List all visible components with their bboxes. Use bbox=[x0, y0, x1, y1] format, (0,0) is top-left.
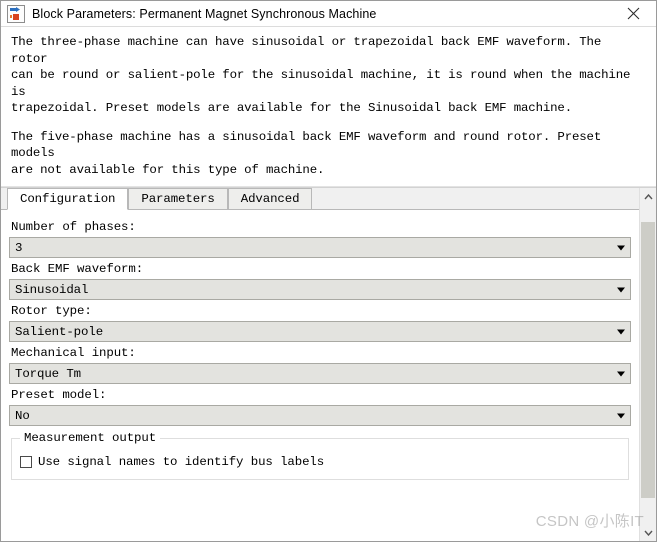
number-of-phases-value: 3 bbox=[15, 240, 23, 255]
block-parameters-dialog: Block Parameters: Permanent Magnet Synch… bbox=[0, 0, 657, 542]
simulink-block-icon bbox=[7, 4, 25, 23]
tab-strip: Configuration Parameters Advanced bbox=[1, 188, 639, 210]
vertical-scrollbar[interactable] bbox=[639, 188, 656, 541]
chevron-down-icon bbox=[617, 329, 625, 334]
tab-advanced[interactable]: Advanced bbox=[227, 188, 313, 209]
label-mechanical-input: Mechanical input: bbox=[11, 346, 136, 360]
tab-content-area: Configuration Parameters Advanced Number… bbox=[1, 188, 639, 541]
use-signal-names-label: Use signal names to identify bus labels bbox=[38, 455, 325, 469]
dialog-body: Configuration Parameters Advanced Number… bbox=[1, 187, 656, 541]
measurement-output-group: Measurement output Use signal names to i… bbox=[11, 431, 629, 480]
description-panel: The three-phase machine can have sinusoi… bbox=[1, 27, 656, 187]
use-signal-names-checkbox-row[interactable]: Use signal names to identify bus labels bbox=[20, 455, 620, 469]
configuration-form: Number of phases: 3 Back EMF waveform: S… bbox=[1, 210, 639, 480]
description-paragraph-2: The five-phase machine has a sinusoidal … bbox=[11, 129, 602, 177]
chevron-down-icon bbox=[617, 371, 625, 376]
title-bar: Block Parameters: Permanent Magnet Synch… bbox=[1, 1, 656, 27]
mechanical-input-value: Torque Tm bbox=[15, 366, 82, 381]
page-title: Block Parameters: Permanent Magnet Synch… bbox=[32, 6, 377, 21]
back-emf-waveform-value: Sinusoidal bbox=[15, 282, 89, 297]
use-signal-names-checkbox[interactable] bbox=[20, 456, 32, 468]
rotor-type-dropdown[interactable]: Salient-pole bbox=[9, 321, 631, 342]
close-icon[interactable] bbox=[611, 1, 656, 26]
description-paragraph-1: The three-phase machine can have sinusoi… bbox=[11, 35, 631, 115]
rotor-type-value: Salient-pole bbox=[15, 324, 104, 339]
chevron-up-icon[interactable] bbox=[640, 188, 656, 205]
tab-parameters[interactable]: Parameters bbox=[128, 188, 228, 209]
label-preset-model: Preset model: bbox=[11, 388, 107, 402]
mechanical-input-dropdown[interactable]: Torque Tm bbox=[9, 363, 631, 384]
preset-model-dropdown[interactable]: No bbox=[9, 405, 631, 426]
chevron-down-icon bbox=[617, 413, 625, 418]
number-of-phases-dropdown[interactable]: 3 bbox=[9, 237, 631, 258]
vertical-scroll-thumb[interactable] bbox=[641, 222, 655, 498]
tab-configuration[interactable]: Configuration bbox=[7, 188, 129, 210]
label-number-of-phases: Number of phases: bbox=[11, 220, 136, 234]
chevron-down-icon bbox=[617, 245, 625, 250]
chevron-down-icon[interactable] bbox=[640, 524, 656, 541]
back-emf-waveform-dropdown[interactable]: Sinusoidal bbox=[9, 279, 631, 300]
chevron-down-icon bbox=[617, 287, 625, 292]
measurement-output-title: Measurement output bbox=[20, 431, 161, 445]
label-rotor-type: Rotor type: bbox=[11, 304, 92, 318]
preset-model-value: No bbox=[15, 408, 30, 423]
label-back-emf-waveform: Back EMF waveform: bbox=[11, 262, 144, 276]
